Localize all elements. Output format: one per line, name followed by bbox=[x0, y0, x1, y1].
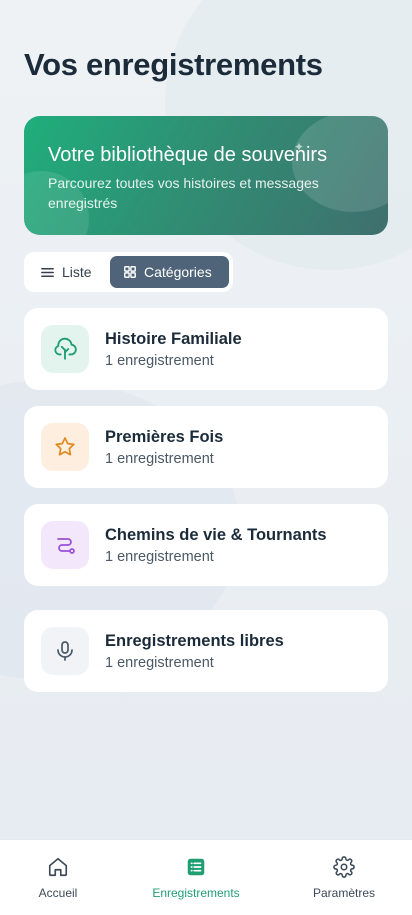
list-lines-icon bbox=[41, 267, 54, 277]
nav-label: Accueil bbox=[38, 886, 78, 900]
star-icon bbox=[55, 437, 75, 456]
category-count: 1 enregistrement bbox=[105, 549, 214, 565]
microphone-icon bbox=[57, 641, 73, 661]
categories-view-label: Catégories bbox=[144, 264, 212, 280]
nav-label: Enregistrements bbox=[152, 886, 240, 900]
nav-item-settings[interactable]: Paramètres bbox=[279, 856, 409, 900]
list-icon bbox=[187, 858, 205, 876]
category-count: 1 enregistrement bbox=[105, 451, 214, 467]
category-title: Premières Fois bbox=[105, 428, 224, 446]
bottom-navigation: Accueil Enregistrements Paramètres bbox=[0, 839, 412, 915]
banner-title: Votre bibliothèque de souvenirs bbox=[48, 144, 328, 166]
category-card-free-recordings[interactable]: Enregistrements libres 1 enregistrement bbox=[24, 610, 388, 692]
category-icon-box bbox=[41, 627, 89, 675]
gear-icon bbox=[333, 856, 355, 878]
category-title: Histoire Familiale bbox=[105, 330, 242, 348]
nav-label: Paramètres bbox=[312, 886, 376, 900]
category-title: Chemins de vie & Tournants bbox=[105, 526, 327, 544]
category-card-life-paths[interactable]: Chemins de vie & Tournants 1 enregistrem… bbox=[24, 504, 388, 586]
category-icon-box bbox=[41, 325, 89, 373]
nav-item-recordings[interactable]: Enregistrements bbox=[131, 856, 261, 900]
recordings-screen: Vos enregistrements ✦ Votre bibliothèque… bbox=[0, 0, 412, 915]
category-title: Enregistrements libres bbox=[105, 632, 284, 650]
route-icon bbox=[57, 538, 75, 554]
home-icon bbox=[48, 857, 68, 877]
categories-view-button[interactable]: Catégories bbox=[110, 256, 229, 288]
banner-subtitle: Parcourez toutes vos histoires et messag… bbox=[48, 175, 319, 211]
category-icon-box bbox=[41, 423, 89, 471]
nav-item-home[interactable]: Accueil bbox=[0, 856, 123, 900]
list-view-label: Liste bbox=[62, 264, 92, 280]
category-card-first-times[interactable]: Premières Fois 1 enregistrement bbox=[24, 406, 388, 488]
category-count: 1 enregistrement bbox=[105, 655, 214, 671]
category-count: 1 enregistrement bbox=[105, 353, 214, 369]
list-view-button[interactable]: Liste bbox=[30, 256, 110, 288]
tree-icon bbox=[54, 337, 77, 360]
category-icon-box bbox=[41, 521, 89, 569]
page-title: Vos enregistrements bbox=[24, 47, 323, 82]
view-toggle: Liste Catégories bbox=[24, 252, 233, 292]
category-card-family-history[interactable]: Histoire Familiale 1 enregistrement bbox=[24, 308, 388, 390]
library-banner: ✦ Votre bibliothèque de souvenirs Parcou… bbox=[24, 116, 388, 235]
grid-icon bbox=[124, 266, 136, 278]
